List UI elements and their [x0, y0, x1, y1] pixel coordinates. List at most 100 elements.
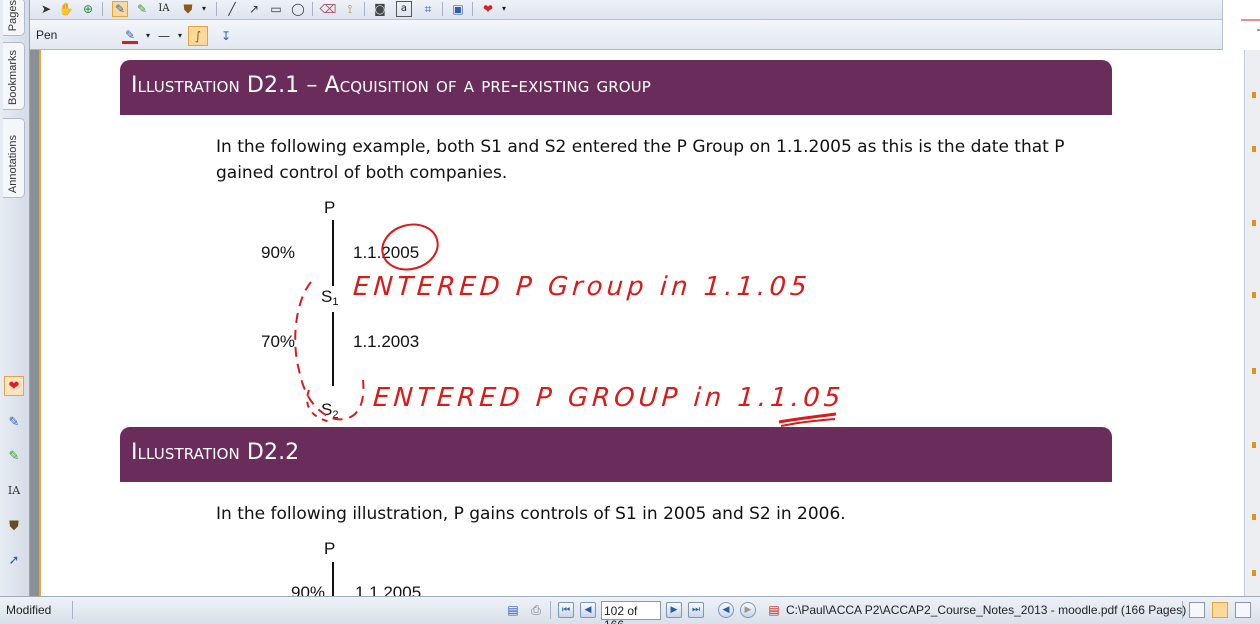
scroll-annotation-marker — [1252, 570, 1256, 576]
toolbar-divider — [312, 2, 313, 16]
diagram-percent-label: 90% — [261, 243, 296, 262]
line-style-dropdown-icon[interactable]: ▾ — [172, 28, 188, 44]
highlighter-icon[interactable]: ✎ — [4, 446, 24, 466]
ink-note-annotation: ENTERED P GROUP in 1.1.05 — [371, 383, 846, 413]
back-button[interactable]: ◀ — [718, 602, 734, 618]
arrow-tool-icon[interactable]: ↗ — [246, 1, 262, 17]
diagram-connector — [332, 562, 334, 596]
section-title: Illustration D2.1 – Acquisition of a pre… — [131, 73, 651, 98]
highlighter-tool-icon[interactable]: ✎ — [134, 1, 150, 17]
file-path: C:\Paul\ACCA P2\ACCAP2_Course_Notes_2013… — [786, 603, 1187, 617]
scroll-annotation-marker — [1252, 514, 1256, 520]
first-page-button[interactable]: ⏮ — [558, 602, 574, 618]
typewriter-tool-icon[interactable]: IA — [156, 1, 172, 17]
tab-bookmarks[interactable]: Bookmarks — [3, 42, 25, 110]
rectangle-tool-icon[interactable]: ▭ — [268, 1, 284, 17]
next-page-button[interactable]: ▶ — [666, 602, 682, 618]
diagram-date-label: 1.1.2005 — [353, 243, 420, 262]
toolbar-divider — [102, 2, 103, 16]
properties-toolbar — [30, 20, 1222, 50]
crop-tool-icon[interactable]: ⌗ — [420, 1, 436, 17]
pen-color-dropdown-icon[interactable]: ▾ — [140, 28, 156, 44]
pin-icon[interactable]: ➚ — [4, 550, 24, 570]
diagram-percent-label: 90% — [291, 583, 326, 596]
diagram-subsidiary-label: S1 — [321, 287, 338, 308]
diagram-percent-label: 70% — [261, 332, 296, 351]
scroll-annotation-marker — [1252, 146, 1256, 152]
subsidiary-index: 1 — [332, 296, 339, 308]
snapshot-tool-icon[interactable]: ◙ — [372, 1, 388, 17]
diagram-connector — [332, 220, 334, 286]
tab-pages[interactable]: Pages — [3, 0, 25, 36]
page-number-input[interactable]: 102 of 166 — [601, 601, 661, 624]
document-view[interactable]: Illustration D2.1 – Acquisition of a pre… — [30, 50, 1244, 596]
section-banner-d2-1: Illustration D2.1 – Acquisition of a pre… — [120, 60, 1112, 115]
continuous-view-button[interactable] — [1212, 602, 1228, 618]
diagram-connector — [332, 312, 334, 386]
text-recognition-icon[interactable]: a — [396, 1, 412, 17]
select-tool-icon[interactable]: ➤ — [38, 1, 54, 17]
lasso-tool-icon[interactable]: ⟟ — [342, 1, 358, 17]
status-text: Modified — [6, 603, 52, 617]
previous-page-button[interactable]: ◀ — [580, 602, 596, 618]
scroll-annotation-marker — [1252, 292, 1256, 298]
print-icon[interactable]: ⎙ — [528, 602, 544, 618]
ellipse-tool-icon[interactable]: ◯ — [290, 1, 306, 17]
section-paragraph: In the following illustration, P gains c… — [216, 504, 846, 524]
hand-tool-icon[interactable]: ✋ — [58, 1, 74, 17]
vertical-scrollbar[interactable] — [1244, 50, 1260, 596]
ink-underline-annotation — [778, 412, 837, 424]
eraser-tool-icon[interactable]: ⌫ — [320, 1, 337, 17]
main-toolbar: ➤ ✋ ⊕ ✎ ✎ IA ⛊ ▾ ╱ ↗ ▭ ◯ ⌫ ⟟ ◙ a ⌗ ▣ ❤ ▾ — [30, 0, 1222, 20]
typewriter-icon[interactable]: IA — [4, 480, 24, 500]
save-icon[interactable]: ▤ — [505, 602, 521, 618]
tab-annotations-label: Annotations — [7, 134, 19, 193]
pen-color-icon[interactable]: ✎ — [122, 28, 138, 44]
diagram-date-label: 1.1.2005 — [355, 583, 422, 596]
section-paragraph: In the following example, both S1 and S2… — [216, 137, 1065, 183]
last-page-button[interactable]: ⏭ — [688, 602, 704, 618]
ink-note-annotation: ENTERED P Group in 1.1.05 — [351, 272, 812, 302]
smooth-curve-icon[interactable]: ∫ — [188, 26, 208, 46]
pdf-file-icon: ▤ — [768, 603, 780, 617]
diagram-parent-label: P — [324, 539, 336, 558]
forward-button[interactable]: ▶ — [740, 602, 756, 618]
right-panel — [1222, 0, 1260, 50]
tab-pages-label: Pages — [7, 0, 19, 31]
diagram-parent-label: P — [324, 198, 336, 217]
subsidiary-letter: S — [321, 400, 333, 419]
stamp-icon[interactable]: ⛊ — [4, 516, 24, 536]
pen-tool-icon[interactable]: ✎ — [112, 1, 128, 17]
status-divider — [1182, 601, 1183, 619]
toolbar-divider — [472, 2, 473, 16]
favorite-tool-icon[interactable]: ❤ — [480, 1, 496, 17]
line-tool-icon[interactable]: ╱ — [224, 1, 240, 17]
scroll-annotation-marker — [1252, 442, 1256, 448]
favorite-dropdown-icon[interactable]: ▾ — [496, 1, 512, 17]
subsidiary-index: 2 — [332, 409, 339, 421]
pdf-page[interactable]: Illustration D2.1 – Acquisition of a pre… — [39, 50, 1244, 596]
right-panel-preview — [1241, 19, 1260, 31]
tab-annotations[interactable]: Annotations — [3, 118, 25, 198]
facing-view-button[interactable] — [1235, 602, 1251, 618]
image-tool-icon[interactable]: ▣ — [450, 1, 466, 17]
single-page-view-button[interactable] — [1189, 602, 1205, 618]
section-title: Illustration D2.2 — [131, 440, 300, 465]
status-bar: Modified ▤ ⎙ ⏮ ◀ 102 of 166 ▶ ⏭ ◀ ▶ ▤ C:… — [0, 596, 1260, 624]
dropdown-arrow-icon[interactable]: ▾ — [196, 1, 212, 17]
zoom-tool-icon[interactable]: ⊕ — [80, 1, 96, 17]
status-divider — [72, 601, 73, 619]
line-width-icon[interactable]: ↧ — [218, 28, 234, 44]
stamp-tool-icon[interactable]: ⛊ — [180, 1, 196, 17]
favorites-icon[interactable]: ❤ — [4, 376, 24, 396]
scroll-annotation-marker — [1252, 368, 1256, 374]
diagram-date-label: 1.1.2003 — [353, 332, 420, 351]
ink-underline-annotation — [780, 418, 836, 427]
navigation-rail: Pages Bookmarks Annotations ❤ ✎ ✎ IA ⛊ ➚ — [0, 0, 30, 596]
tab-bookmarks-label: Bookmarks — [7, 49, 19, 105]
properties-label: Pen — [36, 28, 58, 42]
pen-icon[interactable]: ✎ — [4, 412, 24, 432]
toolbar-divider — [364, 2, 365, 16]
scroll-annotation-marker — [1252, 220, 1256, 226]
line-style-icon[interactable]: — — [156, 28, 172, 44]
